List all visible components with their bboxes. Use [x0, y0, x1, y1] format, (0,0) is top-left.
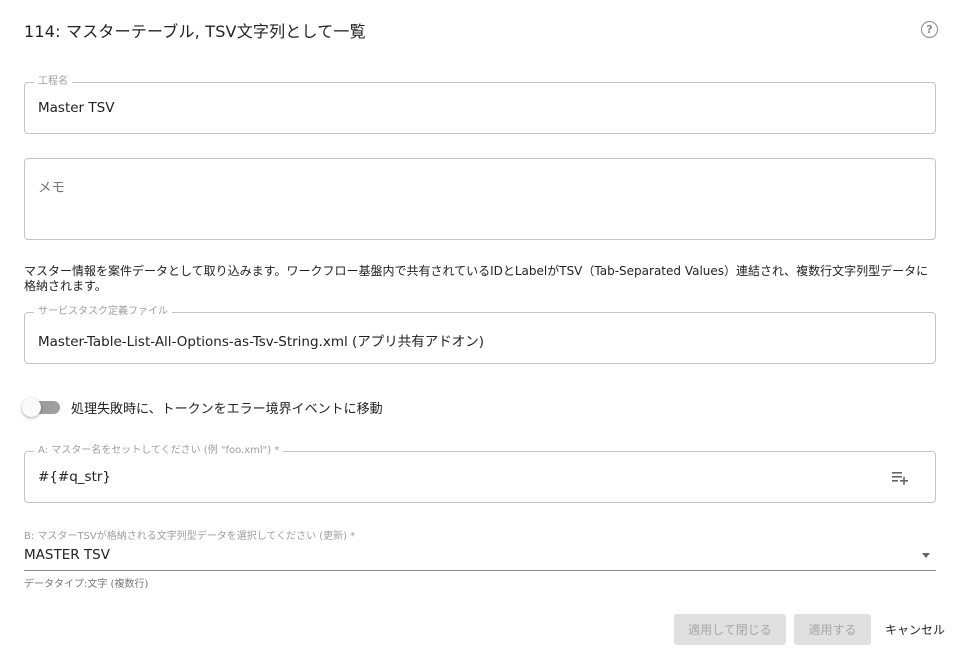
master-name-label: A: マスター名をセットしてください (例 "foo.xml") * — [34, 445, 284, 457]
dialog: 114: マスターテーブル, TSV文字列として一覧 ? 工程名 Master … — [0, 0, 959, 653]
step-name-input[interactable]: Master TSV — [38, 100, 114, 116]
apply-button[interactable]: 適用する — [794, 614, 871, 645]
service-task-value: Master-Table-List-All-Options-as-Tsv-Str… — [38, 334, 485, 350]
task-description: マスター情報を案件データとして取り込みます。ワークフロー基盤内で共有されているI… — [24, 264, 929, 293]
memo-field[interactable] — [24, 158, 936, 240]
playlist-add-icon[interactable] — [891, 470, 909, 486]
master-tsv-label: B: マスターTSVが格納される文字列型データを選択してください (更新) * — [24, 531, 356, 542]
memo-textarea[interactable] — [38, 176, 918, 230]
toggle-thumb[interactable] — [22, 398, 41, 417]
error-boundary-toggle[interactable] — [22, 398, 60, 417]
service-task-field: サービスタスク定義ファイル Master-Table-List-All-Opti… — [24, 306, 936, 364]
datatype-helper: データタイプ:文字 (複数行) — [24, 579, 149, 590]
dialog-title: 114: マスターテーブル, TSV文字列として一覧 — [24, 22, 366, 41]
dropdown-arrow-icon[interactable] — [922, 553, 930, 558]
step-name-label: 工程名 — [34, 76, 72, 88]
service-task-label: サービスタスク定義ファイル — [34, 306, 172, 318]
cancel-button[interactable]: キャンセル — [878, 614, 952, 645]
step-name-field[interactable]: 工程名 Master TSV — [24, 76, 936, 134]
error-boundary-toggle-label: 処理失敗時に、トークンをエラー境界イベントに移動 — [71, 402, 383, 417]
master-tsv-select[interactable]: MASTER TSV — [24, 542, 936, 571]
master-name-field[interactable]: A: マスター名をセットしてください (例 "foo.xml") * #{#q_… — [24, 445, 936, 503]
help-icon[interactable]: ? — [921, 21, 938, 38]
master-name-input[interactable]: #{#q_str} — [38, 469, 111, 485]
master-tsv-selected: MASTER TSV — [24, 547, 110, 563]
apply-close-button[interactable]: 適用して閉じる — [674, 614, 786, 645]
